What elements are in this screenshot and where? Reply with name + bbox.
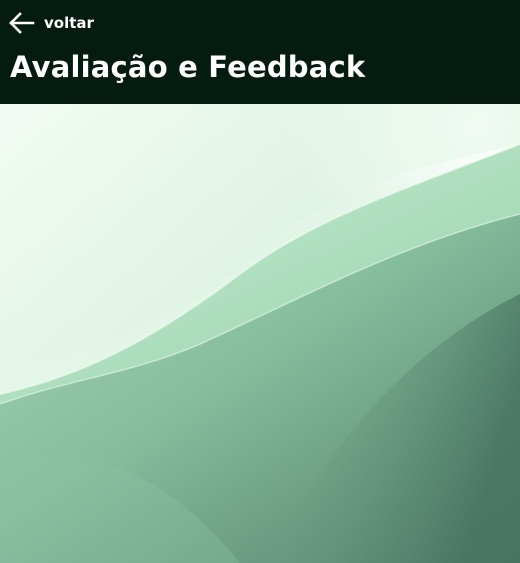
back-button[interactable]: voltar — [6, 10, 94, 36]
page-title: Avaliação e Feedback — [10, 50, 366, 84]
back-label: voltar — [44, 14, 94, 32]
hero-image — [0, 104, 520, 563]
abstract-green-waves-image — [0, 104, 520, 563]
app-header: voltar Avaliação e Feedback — [0, 0, 520, 104]
arrow-left-icon — [9, 12, 35, 34]
